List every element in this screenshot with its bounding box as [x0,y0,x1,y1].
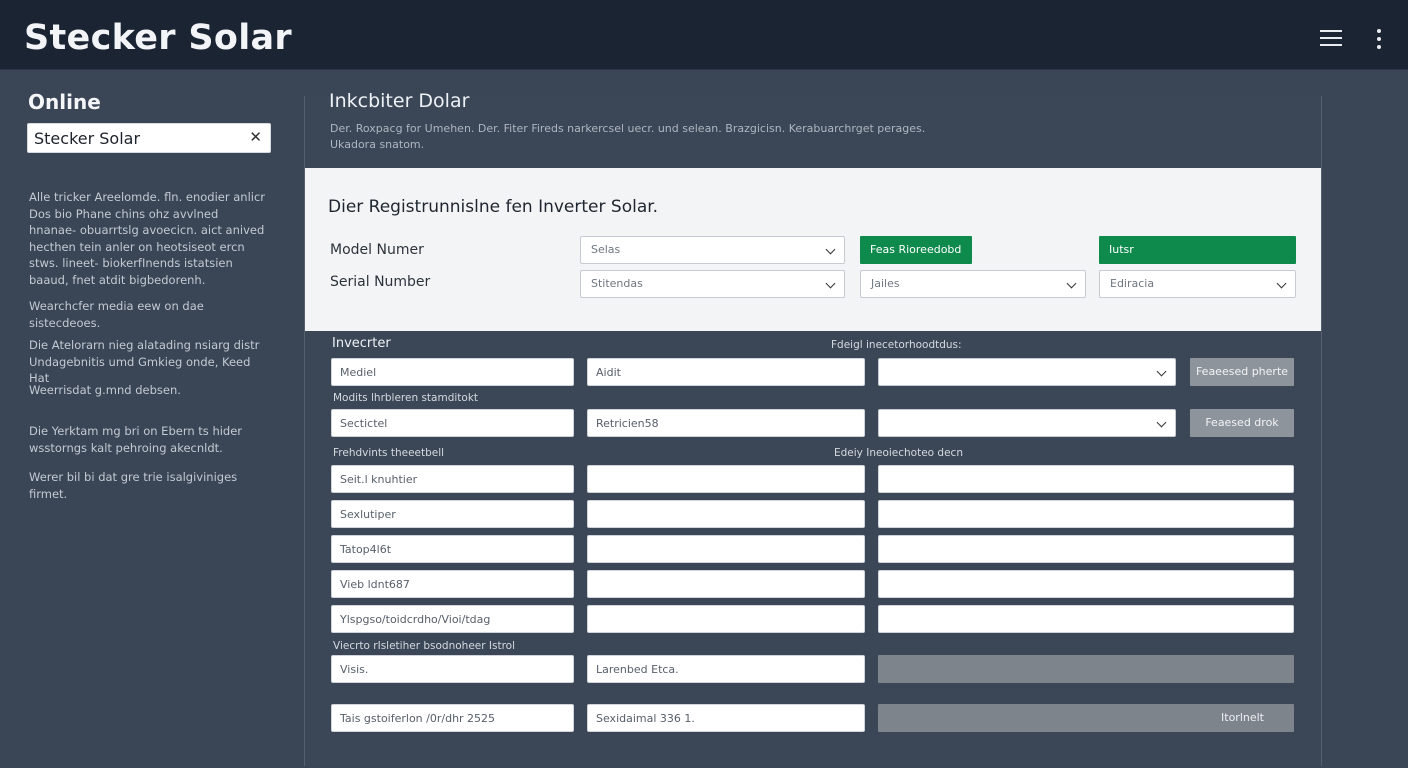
input-value: Larenbed Etca. [596,663,679,676]
section-title: Invecrter [332,336,391,351]
inverter-form: Invecrter Fdeigl inecetorhoodtdus: Medie… [305,331,1321,766]
list-input[interactable]: Sexlutiper [331,500,574,528]
sidebar-paragraph: Wearchcfer media eew on dae sistecdeoes. [29,299,204,330]
gray-action-button[interactable]: Feaeesed pherte [1190,358,1294,386]
clear-icon[interactable]: ✕ [249,128,262,146]
submit-bar-button[interactable]: Itorlnelt [878,704,1294,732]
list-input[interactable] [587,535,865,563]
input-field[interactable]: Sectictel [331,409,574,437]
list-input[interactable]: Seit.l knuhtier [331,465,574,493]
input-value: Seit.l knuhtier [340,473,418,486]
list-input[interactable]: Tatop4l6t [331,535,574,563]
serial-select-value: Stitendas [591,277,643,290]
input-value: Mediel [340,366,377,379]
input-field[interactable]: Tais gstoiferlon /0r/dhr 2525 [331,704,574,732]
list-input[interactable] [587,570,865,598]
page-description: Der. Roxpacg for Umehen. Der. Fiter Fire… [330,122,926,151]
input-value: Sectictel [340,417,388,430]
input-field[interactable]: Sexidaimal 336 1. [587,704,865,732]
input-value: Tais gstoiferlon /0r/dhr 2525 [340,712,496,725]
model-select-value: Selas [591,243,621,256]
list-input[interactable] [587,500,865,528]
input-field[interactable]: Visis. [331,655,574,683]
sidebar-paragraph: Weerrisdat g.mnd debsen. [29,383,181,397]
chevron-down-icon [825,278,836,289]
button-label: Feas Rioreedobd [870,243,962,256]
sidebar-paragraph: Werer bil bi dat gre trie isalgiviniges … [29,470,238,501]
top-bar: Stecker Solar [0,0,1408,70]
select-4-value: Ediracia [1110,277,1155,290]
model-number-label: Model Numer [330,242,424,258]
sidebar-paragraph: Alle tricker Areelomde. fln. enodier anl… [29,190,266,287]
input-value: Visis. [340,663,369,676]
list-input[interactable] [878,605,1294,633]
input-value: Retricien58 [596,417,659,430]
select-4[interactable]: Ediracia [1099,270,1296,298]
input-value: Aidit [596,366,621,379]
list-input[interactable] [878,465,1294,493]
button-label: Feaeesed pherte [1195,365,1289,378]
more-options-icon[interactable] [1372,29,1386,51]
chevron-down-icon [1156,417,1167,428]
input-value: Sexlutiper [340,508,396,521]
model-number-select[interactable]: Selas [580,236,845,264]
serial-number-label: Serial Number [330,274,431,290]
input-field[interactable]: Larenbed Etca. [587,655,865,683]
select-3-value: Jailes [871,277,900,290]
serial-number-select[interactable]: Stitendas [580,270,845,298]
input-value: Ylspgso/toidcrdho/Vioi/tdag [340,613,491,626]
sidebar-paragraph: Die Atelorarn nieg alatading nsiarg dist… [29,338,260,386]
sidebar-search-input[interactable]: Stecker Solar ✕ [27,123,271,153]
sidebar-title: Online [28,90,101,114]
list-input[interactable]: Vieb ldnt687 [331,570,574,598]
input-value: Tatop4l6t [340,543,392,556]
input-field[interactable]: Mediel [331,358,574,386]
list-input[interactable] [878,535,1294,563]
button-label: Feaesed drok [1205,416,1279,429]
list-input[interactable] [878,500,1294,528]
gray-action-button[interactable]: Feaesed drok [1190,409,1294,437]
list-input[interactable] [587,605,865,633]
sidebar: Online Stecker Solar ✕ Alle tricker Aree… [0,71,300,768]
hamburger-menu-icon[interactable] [1320,30,1342,46]
page-title: Inkcbiter Dolar [329,90,470,112]
green-action-button[interactable]: Feas Rioreedobd [860,236,972,264]
field-label: Edeiy Ineoiechoteo decn [834,447,963,459]
dropdown-select[interactable] [878,409,1176,437]
sidebar-paragraph: Die Yerktam mg bri on Ebern ts hider wss… [29,424,243,455]
main-header: Inkcbiter Dolar Der. Roxpacg for Umehen.… [305,90,1321,168]
search-value: Stecker Solar [34,129,141,148]
button-label: Itorlnelt [1221,711,1264,724]
app-brand: Stecker Solar [24,18,292,58]
field-label: Viecrto rIsletiher bsodnoheer Istrol [333,640,516,652]
input-field[interactable]: Retricien58 [587,409,865,437]
select-3[interactable]: Jailes [860,270,1086,298]
dropdown-select[interactable] [878,358,1176,386]
field-label: Frehdvints theeetbell [333,447,445,459]
chevron-down-icon [1156,366,1167,377]
chevron-down-icon [1066,278,1077,289]
input-value: Vieb ldnt687 [340,578,410,591]
list-input[interactable] [878,570,1294,598]
input-value: Sexidaimal 336 1. [596,712,695,725]
list-input[interactable]: Ylspgso/toidcrdho/Vioi/tdag [331,605,574,633]
registration-card: Dier Registrunnislne fen Inverter Solar.… [305,168,1321,331]
list-input[interactable] [587,465,865,493]
main-panel: Inkcbiter Dolar Der. Roxpacg for Umehen.… [304,90,1322,766]
chevron-down-icon [1276,278,1287,289]
button-label: Iutsr [1109,243,1134,256]
input-field[interactable]: Aidit [587,358,865,386]
field-label: Fdeigl inecetorhoodtdus: [831,339,962,351]
registration-title: Dier Registrunnislne fen Inverter Solar. [328,197,659,217]
disabled-field [878,655,1294,683]
chevron-down-icon [825,244,836,255]
field-label: Modits lhrbleren stamditokt [333,392,479,404]
green-submit-button[interactable]: Iutsr [1099,236,1296,264]
